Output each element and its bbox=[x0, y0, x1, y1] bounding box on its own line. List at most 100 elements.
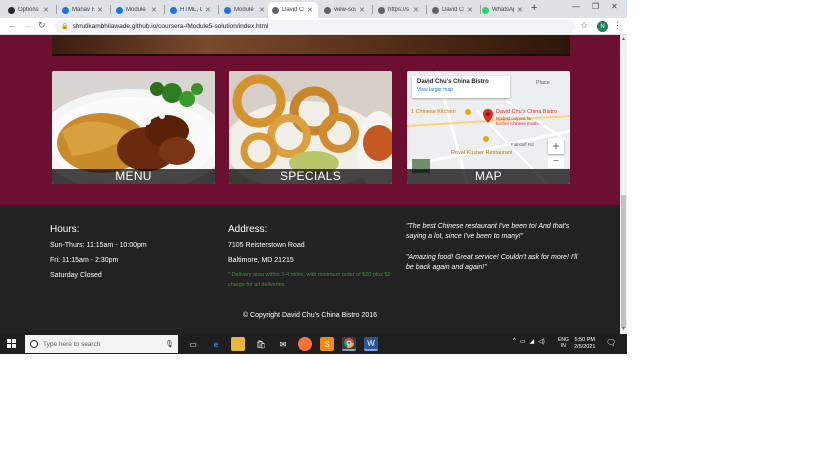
url-text: shrutikambhilawade.github.io/coursera-/M… bbox=[72, 23, 269, 30]
address-line-1: 7105 Reisterstown Road bbox=[228, 242, 305, 249]
close-icon[interactable]: ✕ bbox=[359, 6, 365, 14]
tab-strip: Options ✕ Manav R ✕ Module ✕ HTML, C ✕ M… bbox=[0, 0, 627, 18]
close-icon[interactable]: ✕ bbox=[467, 6, 473, 14]
chrome-icon[interactable] bbox=[342, 337, 356, 351]
map-pin-subtitle-2: kosher Chinese meals bbox=[496, 121, 539, 126]
close-icon[interactable]: ✕ bbox=[97, 6, 103, 14]
clock-time: 5:50 PM bbox=[574, 337, 595, 343]
close-icon[interactable]: ✕ bbox=[205, 6, 211, 14]
address-line-2: Baltimore, MD 21215 bbox=[228, 257, 294, 264]
scroll-up-icon[interactable]: ▲ bbox=[621, 36, 626, 42]
hours-line-2: Fri: 11:15am - 2:30pm bbox=[50, 257, 119, 264]
edge-icon[interactable]: e bbox=[209, 337, 223, 351]
taskbar-search-box[interactable]: Type here to search 🎙 bbox=[25, 335, 178, 353]
specials-tile-label: SPECIALS bbox=[229, 169, 392, 184]
cortana-icon bbox=[30, 340, 38, 348]
close-icon[interactable]: ✕ bbox=[413, 6, 419, 14]
task-view-icon[interactable]: ▭ bbox=[186, 337, 200, 351]
profile-avatar[interactable]: N bbox=[597, 21, 608, 32]
map-road-label: Fallstaff Rd bbox=[511, 142, 534, 147]
store-icon[interactable]: 🛍 bbox=[254, 337, 268, 351]
close-icon[interactable]: ✕ bbox=[259, 6, 265, 14]
menu-food-image bbox=[52, 71, 215, 184]
github-icon bbox=[8, 6, 15, 14]
window-close-icon[interactable]: ✕ bbox=[611, 2, 618, 11]
footer: Hours: Sun-Thurs: 11:15am - 10:00pm Fri:… bbox=[0, 205, 620, 334]
battery-icon[interactable]: ▭ bbox=[520, 338, 526, 345]
close-icon[interactable]: ✕ bbox=[517, 6, 523, 14]
map-place-title: David Chu's China Bistro bbox=[417, 79, 489, 85]
volume-icon[interactable]: ◁) bbox=[538, 338, 545, 345]
lang-region: IN bbox=[560, 343, 566, 349]
tab-view-source[interactable]: view-sou ✕ bbox=[320, 2, 370, 18]
hours-line-3: Saturday Closed bbox=[50, 272, 102, 279]
close-icon[interactable]: ✕ bbox=[151, 6, 157, 14]
close-icon[interactable]: ✕ bbox=[43, 6, 49, 14]
tab-whatsapp[interactable]: WhatsAp ✕ bbox=[478, 2, 528, 18]
firefox-icon[interactable] bbox=[298, 337, 312, 351]
web-page: MENU SPECIALS David Chu's China Bistro V… bbox=[0, 35, 620, 334]
map-pin-title: David Chu's China Bistro bbox=[496, 109, 557, 115]
tab-david-chu-active[interactable]: David Ch ✕ bbox=[268, 2, 318, 18]
mail-icon[interactable]: ✉ bbox=[276, 337, 290, 351]
chevron-up-icon[interactable]: ^ bbox=[513, 338, 516, 345]
tab-title: view-sou bbox=[334, 7, 356, 13]
specials-tile[interactable]: SPECIALS bbox=[229, 71, 392, 184]
tab-title: Options bbox=[18, 7, 39, 13]
whatsapp-icon bbox=[482, 6, 489, 14]
address-bar[interactable]: 🔒 shrutikambhilawade.github.io/coursera-… bbox=[55, 20, 575, 33]
map-tile[interactable]: David Chu's China Bistro View larger map… bbox=[407, 71, 570, 184]
forward-arrow-icon[interactable]: → bbox=[23, 20, 32, 30]
language-indicator[interactable]: ENG IN bbox=[558, 337, 569, 349]
clock[interactable]: 5:50 PM 2/5/2021 bbox=[574, 337, 595, 351]
wifi-icon[interactable]: ◢ bbox=[530, 338, 535, 345]
map-pin-icon[interactable] bbox=[483, 109, 493, 123]
minimize-icon[interactable]: — bbox=[572, 2, 580, 11]
clock-date: 2/5/2021 bbox=[574, 344, 596, 350]
windows-start-icon[interactable] bbox=[7, 339, 17, 349]
notification-icon[interactable]: 🗨 bbox=[606, 338, 616, 347]
tab-module-1[interactable]: Module ✕ bbox=[112, 2, 162, 18]
tab-options[interactable]: Options ✕ bbox=[4, 2, 54, 18]
vertical-scrollbar[interactable]: ▲ ▼ bbox=[620, 35, 627, 334]
browser-toolbar: ← → ↻ 🔒 shrutikambhilawade.github.io/cou… bbox=[0, 18, 627, 35]
tab-html[interactable]: HTML, C ✕ bbox=[166, 2, 216, 18]
new-tab-button[interactable]: + bbox=[531, 2, 537, 14]
close-icon[interactable]: ✕ bbox=[307, 6, 313, 14]
delivery-note: * Delivery area within 3-4 miles, with m… bbox=[228, 272, 391, 288]
tab-title: Module bbox=[126, 7, 146, 13]
map-zoom-out-button[interactable]: − bbox=[548, 156, 564, 168]
bookmark-star-icon[interactable]: ☆ bbox=[580, 20, 588, 31]
tab-title: HTML, C bbox=[180, 7, 202, 13]
view-larger-map-link[interactable]: View larger map bbox=[417, 87, 505, 93]
map-kitchen-label: 1 Chinese Kitchen bbox=[411, 109, 456, 115]
microphone-icon[interactable]: 🎙 bbox=[165, 340, 174, 348]
map-zoom-in-button[interactable]: + bbox=[548, 138, 564, 154]
sublime-text-icon[interactable]: S bbox=[320, 337, 334, 351]
tab-title: David Ch bbox=[442, 7, 464, 13]
tab-title: https://s bbox=[388, 7, 410, 13]
scroll-down-icon[interactable]: ▼ bbox=[621, 326, 626, 332]
windows-taskbar: Type here to search 🎙 ▭ e 🛍 ✉ S W ^ ▭ ◢ … bbox=[0, 334, 627, 354]
word-icon[interactable]: W bbox=[364, 337, 378, 351]
lock-icon: 🔒 bbox=[61, 24, 69, 30]
menu-tile-label: MENU bbox=[52, 169, 215, 184]
menu-tile[interactable]: MENU bbox=[52, 71, 215, 184]
map-place-type: Place bbox=[536, 80, 550, 86]
file-explorer-icon[interactable] bbox=[231, 337, 245, 351]
copyright-text: © Copyright David Chu's China Bistro 201… bbox=[242, 312, 378, 319]
hours-heading: Hours: bbox=[50, 224, 80, 235]
tab-https[interactable]: https://s ✕ bbox=[374, 2, 424, 18]
coursera-icon bbox=[170, 6, 177, 14]
globe-icon bbox=[432, 6, 439, 14]
back-arrow-icon[interactable]: ← bbox=[8, 20, 17, 30]
menu-kebab-icon[interactable]: ⋮ bbox=[613, 20, 622, 31]
tab-module-2[interactable]: Module ✕ bbox=[220, 2, 270, 18]
address-heading: Address: bbox=[228, 224, 268, 235]
tab-david-chu-2[interactable]: David Ch ✕ bbox=[428, 2, 478, 18]
reload-icon[interactable]: ↻ bbox=[38, 20, 46, 31]
restore-icon[interactable]: ❐ bbox=[592, 2, 599, 11]
tab-manav[interactable]: Manav R ✕ bbox=[58, 2, 108, 18]
scrollbar-thumb[interactable] bbox=[621, 195, 626, 328]
map-info-card: David Chu's China Bistro View larger map bbox=[412, 76, 510, 98]
